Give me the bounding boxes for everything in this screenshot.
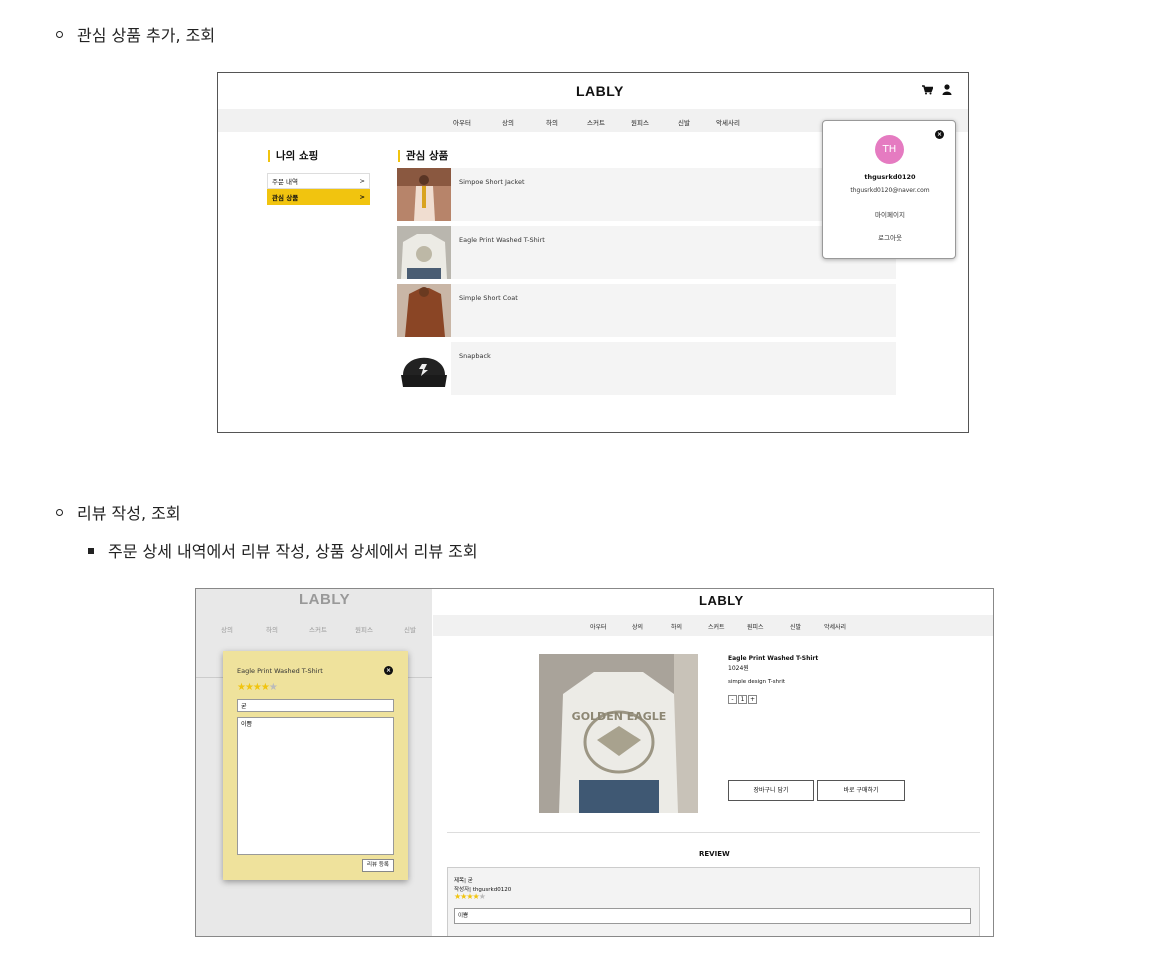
mypage-link[interactable]: 마이페이지 (823, 209, 957, 219)
nav-item-accessories[interactable]: 악세사리 (824, 622, 846, 631)
review-screenshot: LABLY 상의 하의 스커트 원피스 신발 Eagle Print Washe… (195, 588, 994, 937)
nav-item-bottom[interactable]: 하의 (671, 622, 682, 631)
wishlist-item-name[interactable]: Simple Short Coat (459, 294, 518, 302)
nav-item-skirt[interactable]: 스커트 (708, 622, 725, 631)
quantity-stepper: - 1 + (728, 695, 757, 704)
popup-email: thgusrkd0120@naver.com (850, 187, 930, 194)
my-shopping-title: 나의 쇼핑 (268, 150, 318, 162)
review-write-pane: LABLY 상의 하의 스커트 원피스 신발 Eagle Print Washe… (196, 589, 432, 936)
review-modal: Eagle Print Washed T-Shirt × ★★★★★ 이쁨 리뷰… (223, 651, 408, 880)
nav-item-bottom[interactable]: 하의 (266, 624, 278, 634)
nav-item-shoes[interactable]: 신발 (404, 624, 416, 634)
nav-item-dress[interactable]: 원피스 (747, 622, 764, 631)
product-thumbnail (397, 226, 451, 279)
nav-item-outer[interactable]: 아우터 (453, 117, 471, 127)
product-price: 1024원 (728, 665, 749, 672)
product-thumbnail (397, 342, 451, 395)
nav-item-dress[interactable]: 원피스 (631, 117, 649, 127)
user-icon[interactable] (942, 84, 952, 95)
menu-item-orders-label: 주문 내역 (272, 178, 298, 186)
add-to-cart-button[interactable]: 장바구니 담기 (728, 780, 814, 801)
nav-item-bottom[interactable]: 하의 (546, 117, 558, 127)
avatar: TH (875, 135, 904, 164)
square-bullet-icon (88, 547, 94, 554)
menu-item-orders[interactable]: 주문 내역 > (267, 173, 370, 189)
review-title: 제목| 굳 (454, 878, 473, 884)
my-shopping-menu: 주문 내역 > 관심 상품 > (267, 173, 370, 205)
bullet-review-text: 리뷰 작성, 조회 (77, 504, 181, 523)
product-image: GOLDEN EAGLE (539, 654, 698, 813)
bullet-wishlist-text: 관심 상품 추가, 조회 (77, 26, 216, 45)
nav-item-skirt[interactable]: 스커트 (309, 624, 327, 634)
wishlist-item-name[interactable]: Eagle Print Washed T-Shirt (459, 236, 545, 244)
product-thumbnail (397, 284, 451, 337)
nav-item-outer[interactable]: 아우터 (590, 622, 607, 631)
qty-value[interactable]: 1 (738, 695, 747, 704)
product-thumbnail (397, 168, 451, 221)
modal-product-name: Eagle Print Washed T-Shirt (237, 667, 323, 675)
product-description: simple design T-shrit (728, 679, 786, 685)
nav-item-top[interactable]: 상의 (221, 624, 233, 634)
wishlist-item-name[interactable]: Simpoe Short Jacket (459, 178, 525, 186)
nav-item-shoes[interactable]: 신발 (790, 622, 801, 631)
nav-item-top[interactable]: 상의 (632, 622, 643, 631)
nav-item-top[interactable]: 상의 (502, 117, 514, 127)
menu-item-wishlist[interactable]: 관심 상품 > (267, 189, 370, 205)
review-title-input[interactable] (237, 699, 394, 712)
bullet-wishlist: 관심 상품 추가, 조회 (56, 22, 215, 46)
wishlist-screenshot: LABLY 아우터 상의 하의 스커트 원피스 신발 악세사리 나의 쇼핑 주문… (217, 72, 969, 433)
circle-bullet-icon (56, 31, 63, 38)
bullet-review-sub-text: 주문 상세 내역에서 리뷰 작성, 상품 상세에서 리뷰 조회 (108, 542, 478, 561)
popup-username: thgusrkd0120 (864, 173, 916, 181)
close-icon[interactable]: × (384, 666, 393, 675)
menu-item-wishlist-label: 관심 상품 (272, 194, 299, 202)
divider (447, 832, 980, 833)
nav-item-shoes[interactable]: 신발 (678, 117, 690, 127)
shirt-print-text: GOLDEN EAGLE (572, 710, 667, 723)
cart-icon[interactable] (922, 85, 933, 95)
logout-link[interactable]: 로그아웃 (823, 232, 957, 242)
product-name: Eagle Print Washed T-Shirt (728, 655, 819, 662)
rating-stars[interactable]: ★★★★★ (237, 682, 278, 693)
site-logo[interactable]: LABLY (299, 591, 350, 608)
submit-review-button[interactable]: 리뷰 등록 (362, 859, 394, 872)
review-body-textarea[interactable]: 이쁨 (237, 717, 394, 855)
review-body: 이쁨 (454, 908, 971, 924)
qty-plus-button[interactable]: + (748, 695, 757, 704)
site-logo[interactable]: LABLY (576, 83, 624, 99)
site-logo[interactable]: LABLY (699, 593, 744, 608)
bullet-review-sub: 주문 상세 내역에서 리뷰 작성, 상품 상세에서 리뷰 조회 (88, 538, 478, 562)
review-heading: REVIEW (699, 850, 730, 858)
list-item[interactable]: Simple Short Coat (397, 284, 896, 337)
chevron-right-icon: > (359, 177, 365, 185)
review-item: 제목| 굳 작성자| thgusrkd0120 ★★★★★ 이쁨 (447, 867, 980, 936)
close-icon[interactable]: × (935, 130, 944, 139)
list-item[interactable]: Snapback (397, 342, 896, 395)
circle-bullet-icon (56, 509, 63, 516)
chevron-right-icon: > (359, 193, 365, 201)
qty-minus-button[interactable]: - (728, 695, 737, 704)
buy-now-button[interactable]: 바로 구매하기 (817, 780, 905, 801)
bullet-review: 리뷰 작성, 조회 (56, 500, 181, 524)
review-rating-stars: ★★★★★ (454, 892, 486, 901)
nav-item-skirt[interactable]: 스커트 (587, 117, 605, 127)
user-menu-popup: × TH thgusrkd0120 thgusrkd0120@naver.com… (822, 120, 956, 259)
wishlist-item-name[interactable]: Snapback (459, 352, 491, 360)
wishlist-title: 관심 상품 (398, 150, 448, 162)
nav-item-accessories[interactable]: 악세사리 (716, 117, 740, 127)
nav-item-dress[interactable]: 원피스 (355, 624, 373, 634)
